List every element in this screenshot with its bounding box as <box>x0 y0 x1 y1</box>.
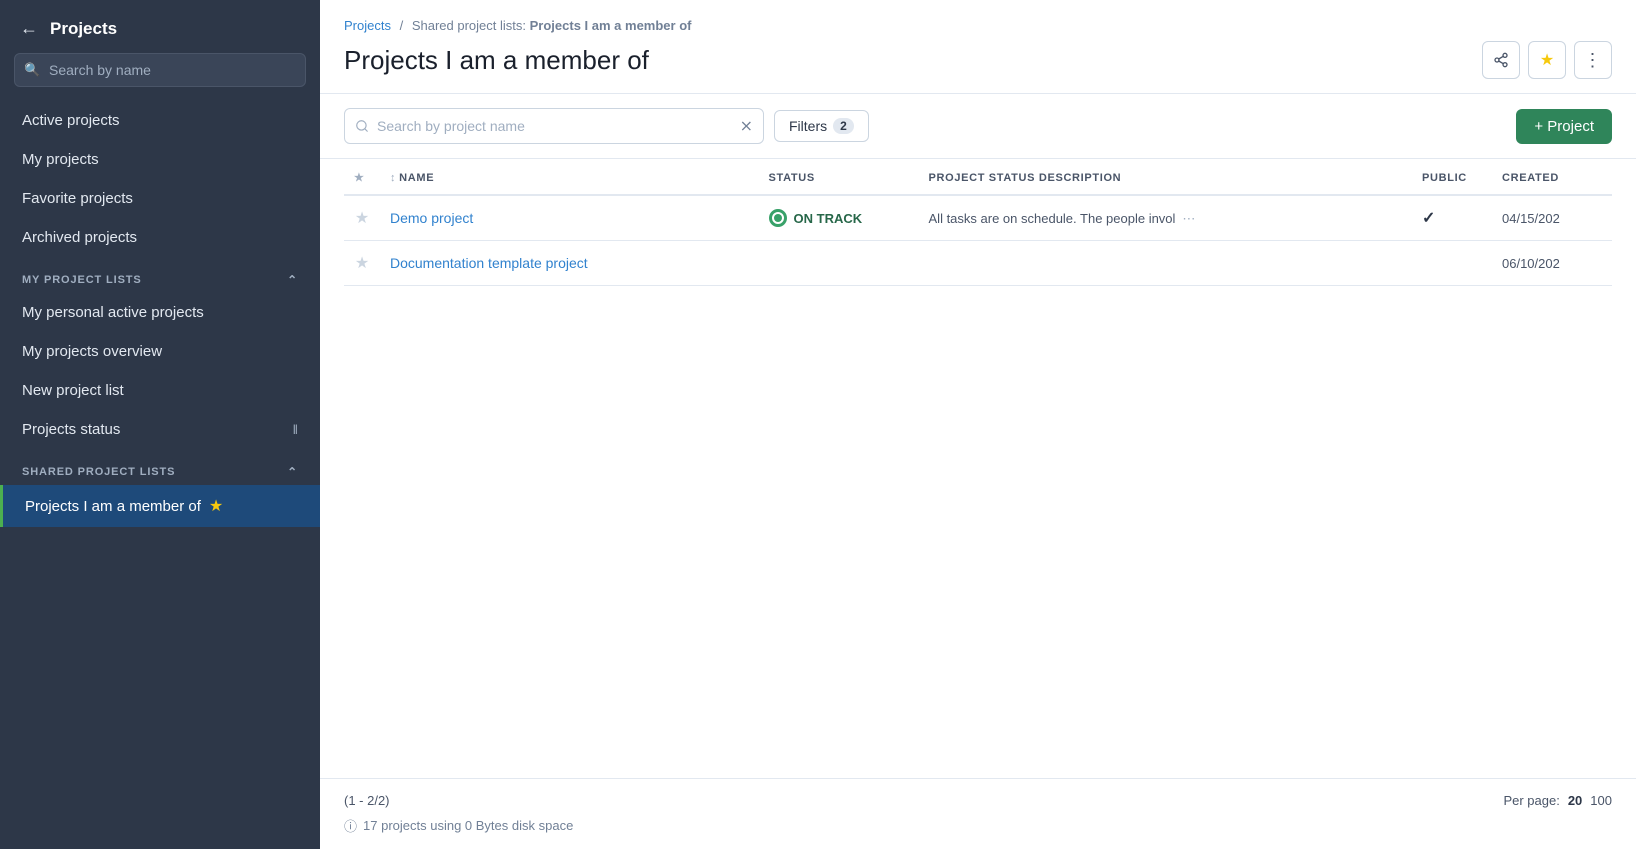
col-header-status: STATUS <box>759 159 919 195</box>
row2-public <box>1412 241 1492 286</box>
shared-lists-section: SHARED PROJECT LISTS ⌃ <box>0 449 320 485</box>
project-search-input[interactable] <box>377 118 732 134</box>
toolbar: ⨯ Filters 2 + Project <box>320 94 1636 159</box>
row1-status-label: ON TRACK <box>794 211 863 226</box>
row1-star[interactable]: ★ <box>344 195 380 241</box>
breadcrumb-current: Projects I am a member of <box>530 18 692 33</box>
row1-project-link[interactable]: Demo project <box>390 210 473 226</box>
row1-status: ON TRACK <box>759 195 919 241</box>
page-title-row: Projects I am a member of ★ ⋮ <box>344 41 1612 93</box>
row2-name: Documentation template project <box>380 241 759 286</box>
row1-public: ✓ <box>1412 195 1492 241</box>
disk-space-row: ⓘ 17 projects using 0 Bytes disk space <box>344 816 1612 835</box>
row1-status-dot <box>769 209 787 227</box>
pagination-row: (1 - 2/2) Per page: 20 100 <box>344 793 1612 808</box>
table-body: ★ Demo project ON TRACK All tasks <box>344 195 1612 286</box>
sidebar: ← Projects 🔍 Active projects My projects… <box>0 0 320 849</box>
per-page-100[interactable]: 100 <box>1590 793 1612 808</box>
table-row: ★ Documentation template project 06/10/2… <box>344 241 1612 286</box>
my-project-lists-section: MY PROJECT LISTS ⌃ <box>0 257 320 293</box>
sidebar-title: Projects <box>50 19 117 39</box>
table-footer: (1 - 2/2) Per page: 20 100 ⓘ 17 projects… <box>320 778 1636 849</box>
share-icon <box>1493 52 1509 68</box>
per-page-label: Per page: <box>1503 793 1559 808</box>
breadcrumb-projects-link[interactable]: Projects <box>344 18 391 33</box>
col-header-star: ★ <box>344 159 380 195</box>
add-project-label: + Project <box>1534 118 1594 135</box>
more-button[interactable]: ⋮ <box>1574 41 1612 79</box>
sidebar-item-my-projects[interactable]: My projects <box>0 140 320 179</box>
my-project-lists: My personal active projects My projects … <box>0 293 320 449</box>
per-page: Per page: 20 100 <box>1503 793 1612 808</box>
filters-label: Filters <box>789 118 827 134</box>
row2-status <box>759 241 919 286</box>
breadcrumb-sep1: / <box>400 18 404 33</box>
shared-lists-chevron[interactable]: ⌃ <box>287 465 298 479</box>
table-header-row: ★ ↕ NAME STATUS PROJECT STATUS DESCRIPTI… <box>344 159 1612 195</box>
sidebar-item-my-personal[interactable]: My personal active projects <box>0 293 320 332</box>
projects-table-wrap: ★ ↕ NAME STATUS PROJECT STATUS DESCRIPTI… <box>320 159 1636 778</box>
sidebar-item-favorite-projects[interactable]: Favorite projects <box>0 179 320 218</box>
row2-project-link[interactable]: Documentation template project <box>390 255 588 271</box>
sidebar-item-my-overview[interactable]: My projects overview <box>0 332 320 371</box>
sort-icon: ↕ <box>390 172 396 184</box>
row2-star[interactable]: ★ <box>344 241 380 286</box>
projects-status-icon: ‖ <box>293 422 298 437</box>
row2-desc <box>919 241 1412 286</box>
favorite-star-icon: ★ <box>1540 50 1554 70</box>
col-header-created: CREATED <box>1492 159 1612 195</box>
share-button[interactable] <box>1482 41 1520 79</box>
projects-table: ★ ↕ NAME STATUS PROJECT STATUS DESCRIPTI… <box>344 159 1612 286</box>
shared-lists-label: SHARED PROJECT LISTS <box>22 466 175 478</box>
my-project-lists-label: MY PROJECT LISTS <box>22 274 142 286</box>
filters-button[interactable]: Filters 2 <box>774 110 869 142</box>
pagination-info: (1 - 2/2) <box>344 793 390 808</box>
row1-desc-text: All tasks are on schedule. The people in… <box>929 211 1176 226</box>
star-header-icon: ★ <box>354 172 365 184</box>
main-content: Projects / Shared project lists: Project… <box>320 0 1636 849</box>
back-button[interactable]: ← <box>20 18 38 39</box>
projects-member-label: Projects I am a member of <box>25 498 201 515</box>
col-header-desc: PROJECT STATUS DESCRIPTION <box>919 159 1412 195</box>
sidebar-item-projects-status[interactable]: Projects status ‖ <box>0 410 320 449</box>
more-icon: ⋮ <box>1584 50 1603 71</box>
col-header-public: PUBLIC <box>1412 159 1492 195</box>
row1-name: Demo project <box>380 195 759 241</box>
filters-count: 2 <box>833 118 854 134</box>
my-project-lists-chevron[interactable]: ⌃ <box>287 273 298 287</box>
row1-status-badge: ON TRACK <box>769 209 863 227</box>
table-row: ★ Demo project ON TRACK All tasks <box>344 195 1612 241</box>
sidebar-search-icon: 🔍 <box>24 62 40 78</box>
sidebar-item-active-projects[interactable]: Active projects <box>0 101 320 140</box>
sidebar-header: ← Projects <box>0 0 320 53</box>
row1-desc: All tasks are on schedule. The people in… <box>919 195 1412 241</box>
sidebar-search-wrap: 🔍 <box>14 53 306 87</box>
row1-check-icon: ✓ <box>1422 210 1435 227</box>
breadcrumb-section: Shared project lists: <box>412 18 530 33</box>
sidebar-item-projects-member[interactable]: Projects I am a member of ★ <box>0 485 320 527</box>
header-actions: ★ ⋮ <box>1482 41 1612 79</box>
search-box: ⨯ <box>344 108 764 144</box>
add-project-button[interactable]: + Project <box>1516 109 1612 144</box>
row1-desc-ellipsis: ⋯ <box>1182 211 1195 226</box>
search-icon <box>355 119 369 133</box>
breadcrumb: Projects / Shared project lists: Project… <box>344 18 1612 33</box>
sidebar-item-new-list[interactable]: New project list <box>0 371 320 410</box>
disk-space-text: 17 projects using 0 Bytes disk space <box>363 818 573 833</box>
search-clear-button[interactable]: ⨯ <box>740 116 753 136</box>
favorite-button[interactable]: ★ <box>1528 41 1566 79</box>
info-icon: ⓘ <box>344 816 357 835</box>
main-header: Projects / Shared project lists: Project… <box>320 0 1636 94</box>
row2-created: 06/10/202 <box>1492 241 1612 286</box>
col-header-name[interactable]: ↕ NAME <box>380 159 759 195</box>
per-page-20[interactable]: 20 <box>1568 793 1582 808</box>
page-title: Projects I am a member of <box>344 45 649 76</box>
sidebar-search-input[interactable] <box>14 53 306 87</box>
row1-status-dot-inner <box>774 214 782 222</box>
sidebar-item-archived-projects[interactable]: Archived projects <box>0 218 320 257</box>
sidebar-nav: Active projects My projects Favorite pro… <box>0 101 320 257</box>
row1-created: 04/15/202 <box>1492 195 1612 241</box>
projects-member-star: ★ <box>209 496 223 516</box>
